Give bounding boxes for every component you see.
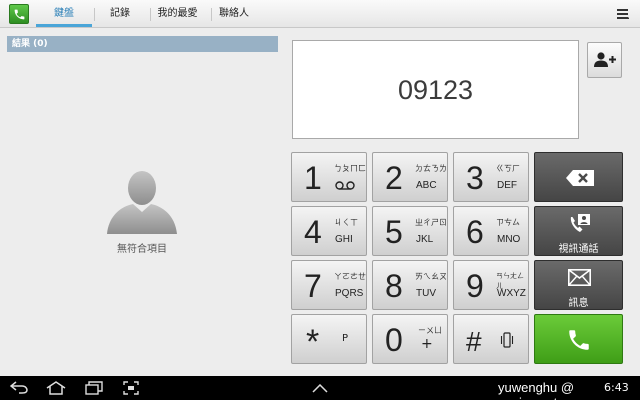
key-letters: P [342, 333, 349, 344]
top-tab-bar: 鍵盤 記錄 我的最愛 聯絡人 [0, 0, 640, 28]
add-contact-button[interactable] [587, 42, 622, 78]
chevron-up-icon[interactable] [312, 384, 328, 393]
key-zhuyin: ㄓㄔㄕㄖ [415, 218, 447, 227]
phone-app-icon[interactable] [9, 4, 29, 24]
key-zhuyin: ㄞㄟㄠㄡ [415, 272, 447, 281]
key-zhuyin: ㄅㄆㄇㄈ [334, 164, 366, 173]
key-letters: TUV [416, 288, 436, 299]
watermark-text: yuwenghu @ sogi.com.tw [498, 380, 575, 400]
key-letters: WXYZ [497, 288, 526, 299]
call-button[interactable] [534, 314, 623, 364]
key-digit: 7 [304, 268, 322, 304]
dial-key-3[interactable]: 3 ㄍㄎㄏ DEF [453, 152, 529, 202]
menu-icon[interactable] [616, 7, 630, 21]
backspace-button[interactable] [534, 152, 623, 202]
key-zhuyin: ㄉㄊㄋㄌ [415, 164, 447, 173]
key-letters: GHI [335, 234, 353, 245]
no-match-text: 無符合項目 [117, 244, 167, 255]
key-letters: + [421, 336, 433, 352]
key-letters: DEF [497, 180, 517, 191]
key-digit: 3 [466, 160, 484, 196]
dialed-number: 09123 [397, 75, 474, 105]
results-header: 結果 (0) [7, 36, 278, 52]
key-letters: JKL [416, 234, 434, 245]
key-digit: 1 [304, 160, 322, 196]
key-digit: 6 [466, 214, 484, 250]
key-letters: PQRS [335, 288, 364, 299]
key-zhuyin: ㄧㄨㄩ [418, 326, 442, 335]
key-digit: * [306, 323, 320, 361]
key-letters: ABC [416, 180, 437, 191]
dial-key-0[interactable]: 0 ㄧㄨㄩ + [372, 314, 448, 364]
dial-key-2[interactable]: 2 ㄉㄊㄋㄌ ABC [372, 152, 448, 202]
vibrate-icon [500, 332, 514, 348]
envelope-icon [568, 269, 591, 286]
dial-key-9[interactable]: 9 ㄢㄣㄤㄥㄦ WXYZ [453, 260, 529, 310]
phone-icon [569, 330, 589, 350]
dial-key-hash[interactable]: # [453, 314, 529, 364]
tab-logs[interactable]: 記錄 [101, 0, 139, 28]
tab-divider [94, 8, 95, 21]
key-digit: 4 [304, 214, 322, 250]
key-digit: 2 [385, 160, 403, 196]
key-digit: 0 [385, 322, 403, 358]
phone-icon [14, 9, 25, 20]
dial-key-6[interactable]: 6 ㄗㄘㄙ MNO [453, 206, 529, 256]
video-call-button[interactable]: 視訊通話 [534, 206, 623, 256]
dial-key-8[interactable]: 8 ㄞㄟㄠㄡ TUV [372, 260, 448, 310]
empty-contact-avatar-icon [107, 171, 177, 234]
dial-key-4[interactable]: 4 ㄐㄑㄒ GHI [291, 206, 367, 256]
key-digit: # [466, 326, 482, 357]
home-icon[interactable] [46, 381, 66, 395]
message-label: 訊息 [568, 298, 589, 309]
key-letters: MNO [497, 234, 521, 245]
recent-apps-icon[interactable] [85, 381, 103, 395]
voicemail-icon [335, 181, 355, 190]
key-zhuyin: ㄍㄎㄏ [496, 164, 520, 173]
tab-divider [211, 8, 212, 21]
key-digit: 8 [385, 268, 403, 304]
screenshot-icon[interactable] [123, 381, 139, 395]
tab-favorites[interactable]: 我的最愛 [155, 0, 200, 28]
message-button[interactable]: 訊息 [534, 260, 623, 310]
key-zhuyin: ㄐㄑㄒ [334, 218, 358, 227]
key-zhuyin: ㄚㄛㄜㄝ [334, 272, 366, 281]
video-call-label: 視訊通話 [558, 244, 599, 255]
backspace-icon [566, 170, 594, 186]
tab-divider [150, 8, 151, 21]
key-digit: 5 [385, 214, 403, 250]
active-tab-indicator [36, 24, 92, 27]
dial-key-star[interactable]: * P [291, 314, 367, 364]
dial-key-5[interactable]: 5 ㄓㄔㄕㄖ JKL [372, 206, 448, 256]
add-person-icon [594, 52, 616, 67]
key-zhuyin: ㄗㄘㄙ [496, 218, 520, 227]
dial-key-7[interactable]: 7 ㄚㄛㄜㄝ PQRS [291, 260, 367, 310]
number-display[interactable]: 09123 [292, 40, 579, 139]
dial-key-1[interactable]: 1 ㄅㄆㄇㄈ [291, 152, 367, 202]
back-icon[interactable] [10, 381, 28, 394]
tab-contacts[interactable]: 聯絡人 [216, 0, 252, 28]
video-call-icon [570, 214, 590, 232]
key-digit: 9 [466, 268, 484, 304]
